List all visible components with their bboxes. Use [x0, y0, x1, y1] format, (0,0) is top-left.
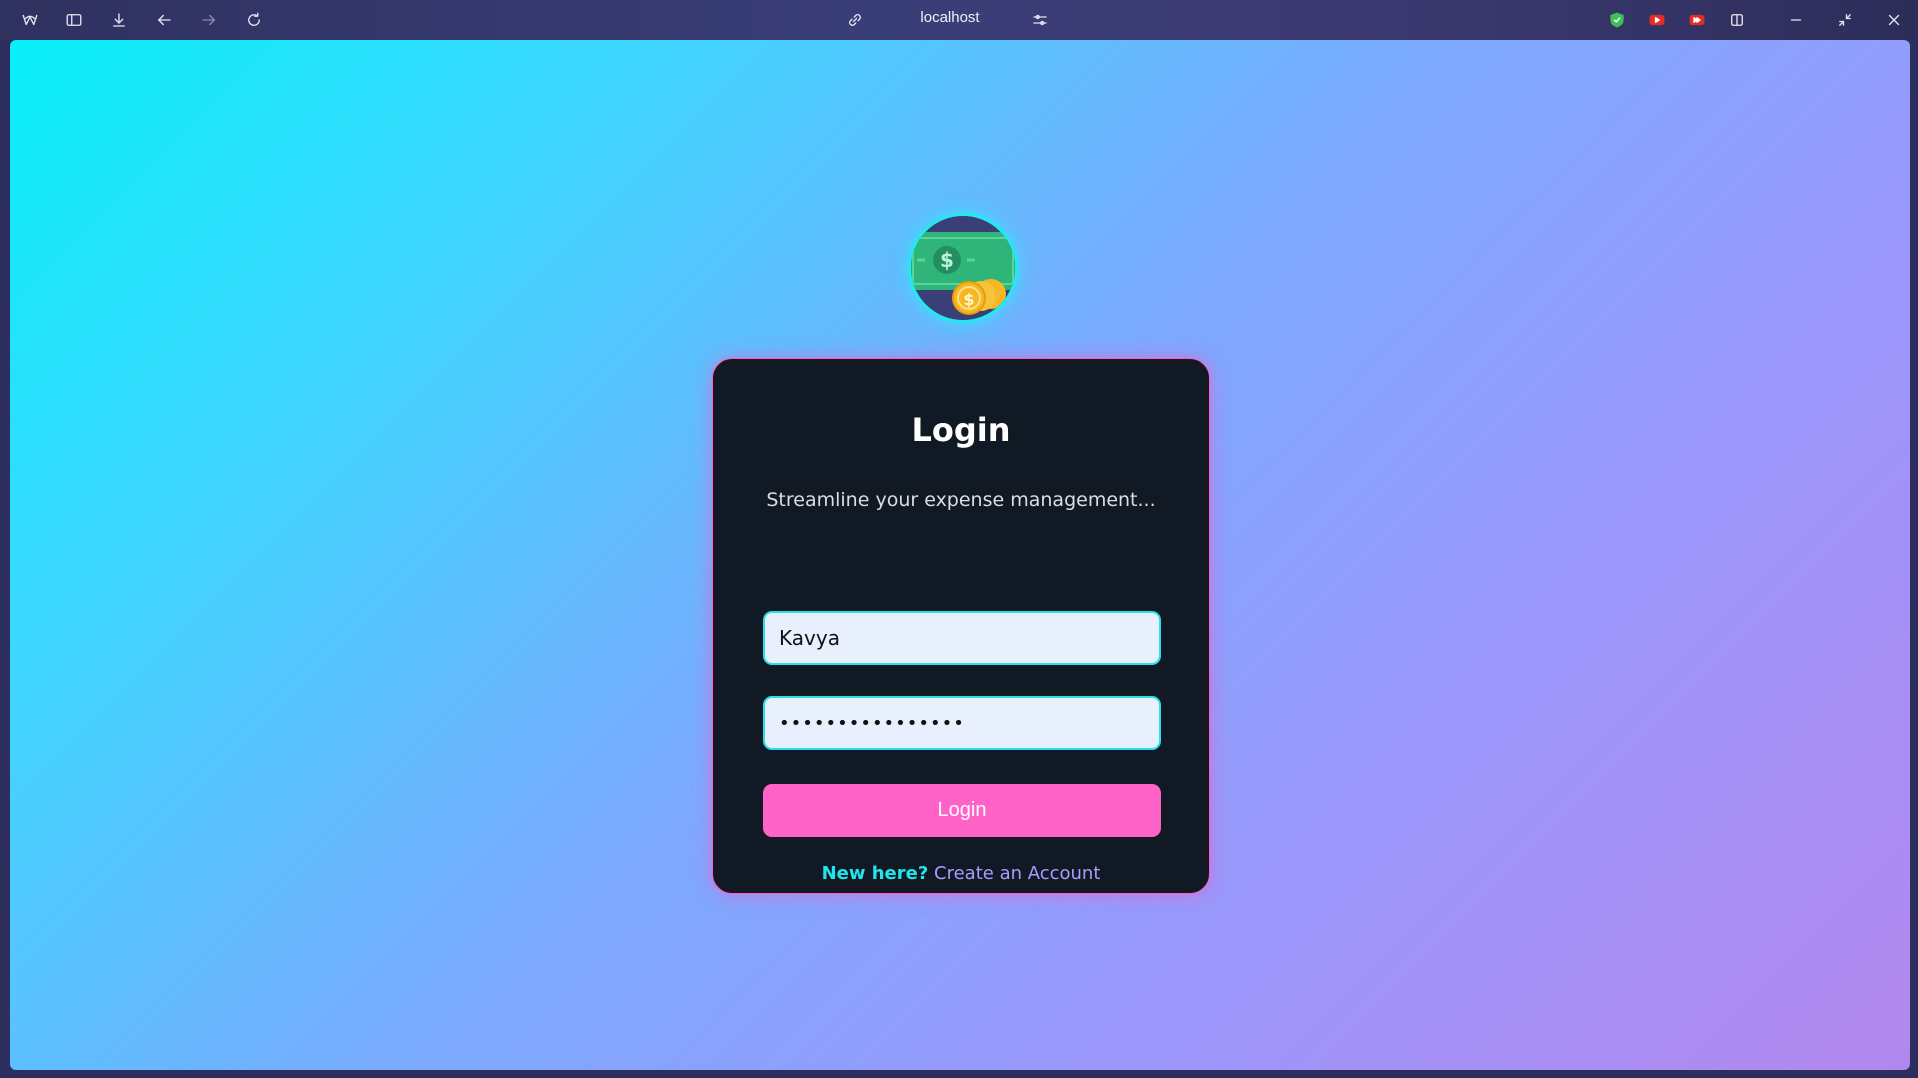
svg-text:$: $	[963, 290, 974, 309]
restore-icon[interactable]	[1833, 8, 1857, 32]
username-input[interactable]	[763, 611, 1161, 665]
signup-prompt: New here?	[821, 863, 929, 884]
close-icon[interactable]	[1882, 8, 1906, 32]
address-bar-url[interactable]: localhost	[900, 9, 1000, 26]
split-view-icon[interactable]	[1725, 8, 1749, 32]
signup-line: New here? Create an Account	[713, 863, 1209, 884]
svg-text:$: $	[940, 248, 954, 272]
login-title: Login	[911, 411, 1011, 449]
video-speed-extension-icon[interactable]	[1685, 8, 1709, 32]
browser-logo-icon[interactable]	[18, 8, 42, 32]
password-input[interactable]	[763, 696, 1161, 750]
youtube-extension-icon[interactable]	[1645, 8, 1669, 32]
login-button[interactable]: Login	[763, 784, 1161, 837]
window-bottom-border	[0, 1070, 1918, 1078]
reload-icon[interactable]	[242, 8, 266, 32]
money-coins-icon: $ $	[908, 213, 1018, 323]
shield-extension-icon[interactable]	[1605, 8, 1629, 32]
site-settings-icon[interactable]	[1028, 8, 1052, 32]
minimize-icon[interactable]	[1784, 8, 1808, 32]
sidebar-toggle-icon[interactable]	[62, 8, 86, 32]
login-card: Login Streamline your expense management…	[712, 358, 1210, 894]
back-arrow-icon[interactable]	[152, 8, 176, 32]
page-viewport: $ $ Login Streamline your expense manage…	[10, 40, 1910, 1070]
download-icon[interactable]	[107, 8, 131, 32]
create-account-link[interactable]: Create an Account	[934, 863, 1100, 884]
link-icon[interactable]	[843, 8, 867, 32]
browser-toolbar: localhost	[0, 0, 1918, 40]
login-subtitle: Streamline your expense management...	[766, 489, 1156, 511]
forward-arrow-icon[interactable]	[197, 8, 221, 32]
